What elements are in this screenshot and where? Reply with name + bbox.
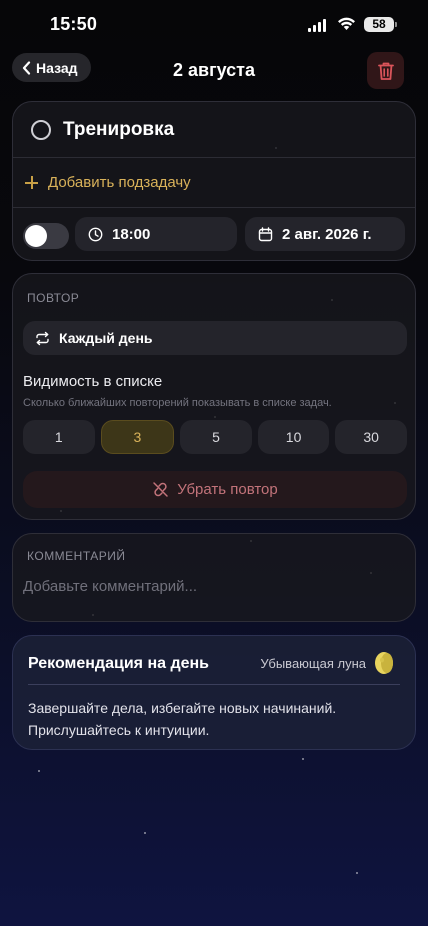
repeat-mode-label: Каждый день (59, 330, 153, 346)
visibility-hint: Сколько ближайших повторений показывать … (23, 397, 332, 409)
date-picker[interactable]: 2 авг. 2026 г. (245, 217, 405, 251)
date-value: 2 авг. 2026 г. (282, 225, 372, 243)
repeat-mode-selector[interactable]: Каждый день (23, 321, 407, 355)
time-picker[interactable]: 18:00 (75, 217, 237, 251)
visibility-options: 1 3 5 10 30 (23, 420, 407, 454)
visibility-option-10[interactable]: 10 (257, 420, 330, 454)
recommendation-divider (28, 684, 400, 685)
visibility-option-30[interactable]: 30 (335, 420, 407, 454)
calendar-icon (258, 226, 273, 241)
repeat-icon (36, 331, 49, 345)
task-title[interactable]: Тренировка (63, 119, 174, 141)
repeat-card: ПОВТОР Каждый день Видимость в списке Ск… (12, 273, 416, 520)
time-value: 18:00 (112, 225, 151, 243)
delete-button[interactable] (367, 52, 404, 89)
visibility-option-5[interactable]: 5 (180, 420, 252, 454)
signal-icon (308, 19, 326, 32)
recommendation-card: Рекомендация на день Убывающая луна Заве… (12, 635, 416, 750)
remove-repeat-button[interactable]: Убрать повтор (23, 471, 407, 508)
moon-icon (375, 652, 393, 674)
link-off-icon (153, 482, 168, 497)
wifi-icon (338, 17, 355, 30)
visibility-title: Видимость в списке (23, 373, 163, 390)
trash-icon (377, 62, 394, 80)
remove-repeat-label: Убрать повтор (177, 481, 278, 498)
comment-card: КОММЕНТАРИЙ (12, 533, 416, 622)
plus-icon (25, 176, 38, 189)
page-title: 2 августа (173, 60, 255, 80)
toggle-knob (25, 225, 47, 247)
status-bar: 15:50 58 (0, 0, 428, 52)
visibility-option-1[interactable]: 1 (23, 420, 95, 454)
clock-icon (88, 227, 103, 241)
recommendation-text: Завершайте дела, избегайте новых начинан… (28, 700, 337, 738)
moon-phase-label: Убывающая луна (260, 656, 366, 671)
status-time: 15:50 (50, 14, 98, 34)
battery-icon: 58 (364, 17, 397, 32)
comment-section-label: КОММЕНТАРИЙ (27, 549, 126, 563)
repeat-section-label: ПОВТОР (27, 291, 80, 305)
task-complete-checkbox[interactable] (31, 119, 51, 140)
task-title-row: Тренировка (13, 102, 415, 158)
task-card: Тренировка Добавить подзадачу 18:00 2 ав… (12, 101, 416, 261)
reminder-toggle[interactable] (23, 223, 69, 249)
recommendation-title: Рекомендация на день (28, 655, 209, 672)
visibility-option-3[interactable]: 3 (100, 420, 175, 454)
add-subtask-button[interactable]: Добавить подзадачу (13, 158, 415, 208)
task-controls-row: 18:00 2 авг. 2026 г. (13, 208, 415, 262)
comment-input[interactable] (23, 574, 403, 598)
add-subtask-label: Добавить подзадачу (48, 174, 191, 191)
